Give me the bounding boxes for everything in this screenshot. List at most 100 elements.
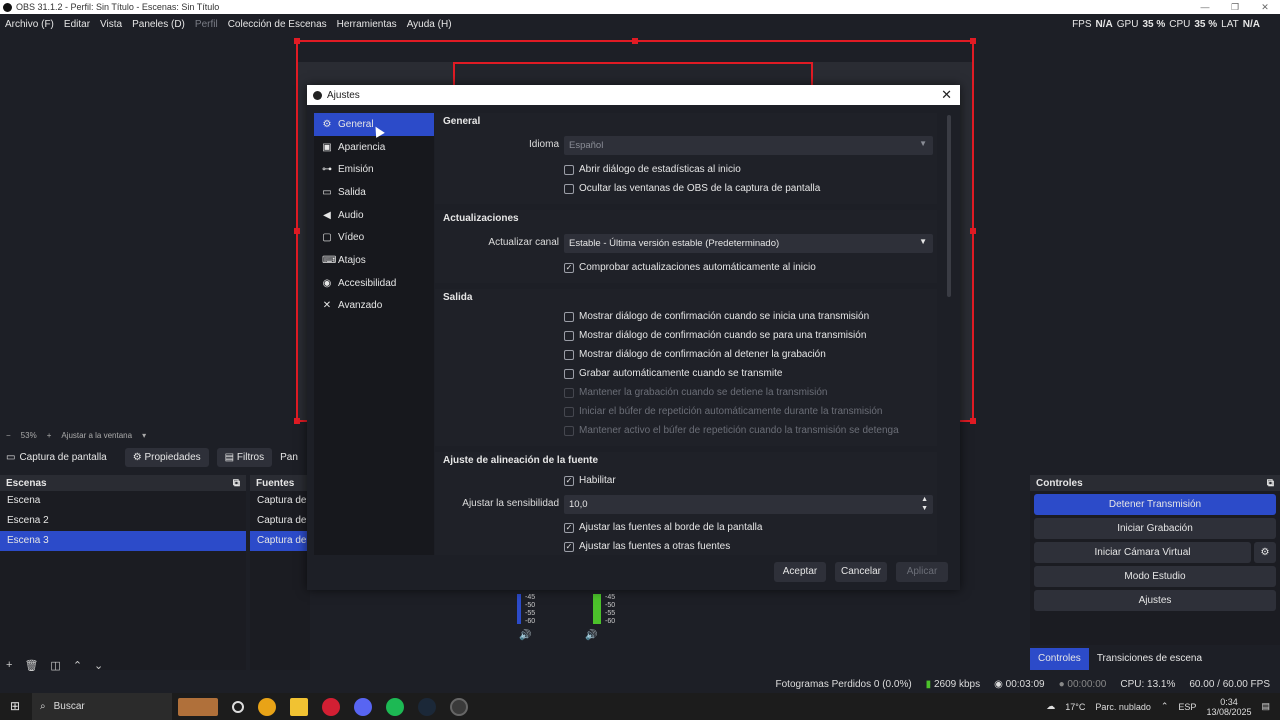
discord-icon[interactable] <box>354 697 372 716</box>
notifications-icon[interactable]: ▤ <box>1261 701 1270 712</box>
tab-controls[interactable]: Controles <box>1030 648 1089 670</box>
add-icon[interactable]: + <box>6 659 12 671</box>
language-select[interactable]: Español ▼ <box>564 136 933 155</box>
checkbox[interactable] <box>564 183 574 194</box>
clock[interactable]: 0:34 13/08/2025 <box>1206 697 1251 717</box>
source-item[interactable]: Captura de pantalla <box>250 491 310 511</box>
checkbox[interactable] <box>564 330 574 341</box>
menu-paneles[interactable]: Paneles (D) <box>127 19 190 30</box>
resize-handle[interactable] <box>294 228 300 234</box>
spotify-icon[interactable] <box>386 697 404 716</box>
zoom-in-icon[interactable]: + <box>47 431 52 440</box>
properties-button[interactable]: ⚙ Propiedades <box>124 447 209 467</box>
folder-icon[interactable] <box>290 697 308 716</box>
menu-vista[interactable]: Vista <box>95 19 127 30</box>
resize-handle[interactable] <box>970 418 976 424</box>
checkbox[interactable]: ✓ <box>564 541 574 552</box>
apply-button[interactable]: Aplicar <box>896 562 948 582</box>
resize-handle[interactable] <box>632 38 638 44</box>
checkbox[interactable] <box>564 164 574 175</box>
restore-icon[interactable]: ❐ <box>1220 0 1250 14</box>
studio-mode-button[interactable]: Modo Estudio <box>1034 566 1276 587</box>
nav-advanced[interactable]: ✕ Avanzado <box>314 295 434 318</box>
chk-confirm-start[interactable]: Mostrar diálogo de confirmación cuando s… <box>564 311 869 322</box>
undock-icon[interactable]: ⧉ <box>233 478 240 489</box>
up-icon[interactable]: ⌃ <box>73 659 82 672</box>
checkbox[interactable] <box>564 368 574 379</box>
tray-chevron-icon[interactable]: ⌃ <box>1161 701 1169 712</box>
virtual-camera-button[interactable]: Iniciar Cámara Virtual <box>1034 542 1251 563</box>
chk-confirm-rec-stop[interactable]: Mostrar diálogo de confirmación al deten… <box>564 349 826 360</box>
chk-snap-enable[interactable]: ✓ Habilitar <box>564 475 616 486</box>
resize-handle[interactable] <box>970 38 976 44</box>
chk-stats[interactable]: Abrir diálogo de estadísticas al inicio <box>564 164 741 175</box>
windows-start-icon[interactable]: ⊞ <box>10 699 20 713</box>
undock-icon[interactable]: ⧉ <box>1267 478 1274 489</box>
taskbar-search[interactable]: ⌕ Buscar <box>32 693 172 720</box>
chk-snap-sources[interactable]: ✓ Ajustar las fuentes a otras fuentes <box>564 541 730 552</box>
menu-editar[interactable]: Editar <box>59 19 95 30</box>
nav-hotkeys[interactable]: ⌨ Atajos <box>314 249 434 272</box>
zoom-fit[interactable]: Ajustar a la ventana <box>61 431 132 440</box>
nav-appearance[interactable]: ▣ Apariencia <box>314 136 434 159</box>
chk-auto-record[interactable]: Grabar automáticamente cuando se transmi… <box>564 368 782 379</box>
filter-icon[interactable]: ◫ <box>50 659 60 672</box>
checkbox[interactable]: ✓ <box>564 262 574 273</box>
ok-button[interactable]: Aceptar <box>774 562 826 582</box>
checkbox[interactable]: ✓ <box>564 475 574 486</box>
gear-icon[interactable]: ⚙ <box>1254 542 1276 563</box>
cancel-button[interactable]: Cancelar <box>835 562 887 582</box>
trash-icon[interactable]: 🗑 <box>24 659 38 672</box>
checkbox[interactable]: ✓ <box>564 522 574 533</box>
stop-stream-button[interactable]: Detener Transmisión <box>1034 494 1276 515</box>
minimize-icon[interactable]: — <box>1190 0 1220 14</box>
obs-taskbar-icon[interactable] <box>450 697 468 716</box>
speaker-icon[interactable]: 🔊 <box>519 630 531 641</box>
chk-snap-border[interactable]: ✓ Ajustar las fuentes al borde de la pant… <box>564 522 762 533</box>
nav-accessibility[interactable]: ◉ Accesibilidad <box>314 272 434 295</box>
snap-sensitivity-input[interactable]: 10,0 ▲ ▼ <box>564 495 933 514</box>
nav-video[interactable]: ▢ Vídeo <box>314 226 434 249</box>
start-recording-button[interactable]: Iniciar Grabación <box>1034 518 1276 539</box>
menu-coleccion[interactable]: Colección de Escenas <box>223 19 332 30</box>
menu-archivo[interactable]: Archivo (F) <box>0 19 59 30</box>
down-icon[interactable]: ⌄ <box>94 659 103 672</box>
nav-output[interactable]: ▭ Salida <box>314 181 434 204</box>
language[interactable]: ESP <box>1178 702 1196 712</box>
chrome-icon[interactable] <box>258 697 276 716</box>
chk-hide-obs[interactable]: Ocultar las ventanas de OBS de la captur… <box>564 183 820 194</box>
close-icon[interactable]: ✕ <box>941 87 952 103</box>
scene-item[interactable]: Escena 2 <box>0 511 246 531</box>
resize-handle[interactable] <box>294 418 300 424</box>
tab-transitions[interactable]: Transiciones de escena <box>1089 648 1210 670</box>
nav-audio[interactable]: ◀ Audio <box>314 204 434 227</box>
opera-icon[interactable] <box>322 697 340 716</box>
scene-item[interactable]: Escena 3 <box>0 531 246 551</box>
checkbox[interactable] <box>564 311 574 322</box>
menu-herramientas[interactable]: Herramientas <box>332 19 402 30</box>
update-channel-select[interactable]: Estable - Última versión estable (Predet… <box>564 234 933 253</box>
resize-handle[interactable] <box>294 38 300 44</box>
chk-confirm-stop[interactable]: Mostrar diálogo de confirmación cuando s… <box>564 330 866 341</box>
content-scrollbar[interactable] <box>947 115 951 297</box>
settings-button[interactable]: Ajustes <box>1034 590 1276 611</box>
nav-stream[interactable]: ⊶ Emisión <box>314 158 434 181</box>
speaker-icon[interactable]: 🔊 <box>585 630 597 641</box>
steam-icon[interactable] <box>418 697 436 716</box>
zoom-out-icon[interactable]: − <box>6 431 11 440</box>
more-button[interactable]: Pan <box>280 452 298 463</box>
menu-perfil[interactable]: Perfil <box>190 19 223 30</box>
filters-button[interactable]: ▤ Filtros <box>216 447 273 467</box>
resize-handle[interactable] <box>970 228 976 234</box>
spinner-arrows-icon[interactable]: ▲ ▼ <box>921 495 928 513</box>
close-icon[interactable]: ✕ <box>1250 0 1280 14</box>
source-item[interactable]: Captura de pantalla <box>250 511 310 531</box>
chevron-down-icon[interactable]: ▾ <box>142 431 146 440</box>
scene-item[interactable]: Escena <box>0 491 246 511</box>
task-view-icon[interactable] <box>232 700 244 713</box>
menu-ayuda[interactable]: Ayuda (H) <box>402 19 457 30</box>
checkbox[interactable] <box>564 349 574 360</box>
source-item[interactable]: Captura de pantalla <box>250 531 310 551</box>
widget-icon[interactable] <box>178 697 218 716</box>
chk-auto-update[interactable]: ✓ Comprobar actualizaciones automáticamen… <box>564 262 816 273</box>
